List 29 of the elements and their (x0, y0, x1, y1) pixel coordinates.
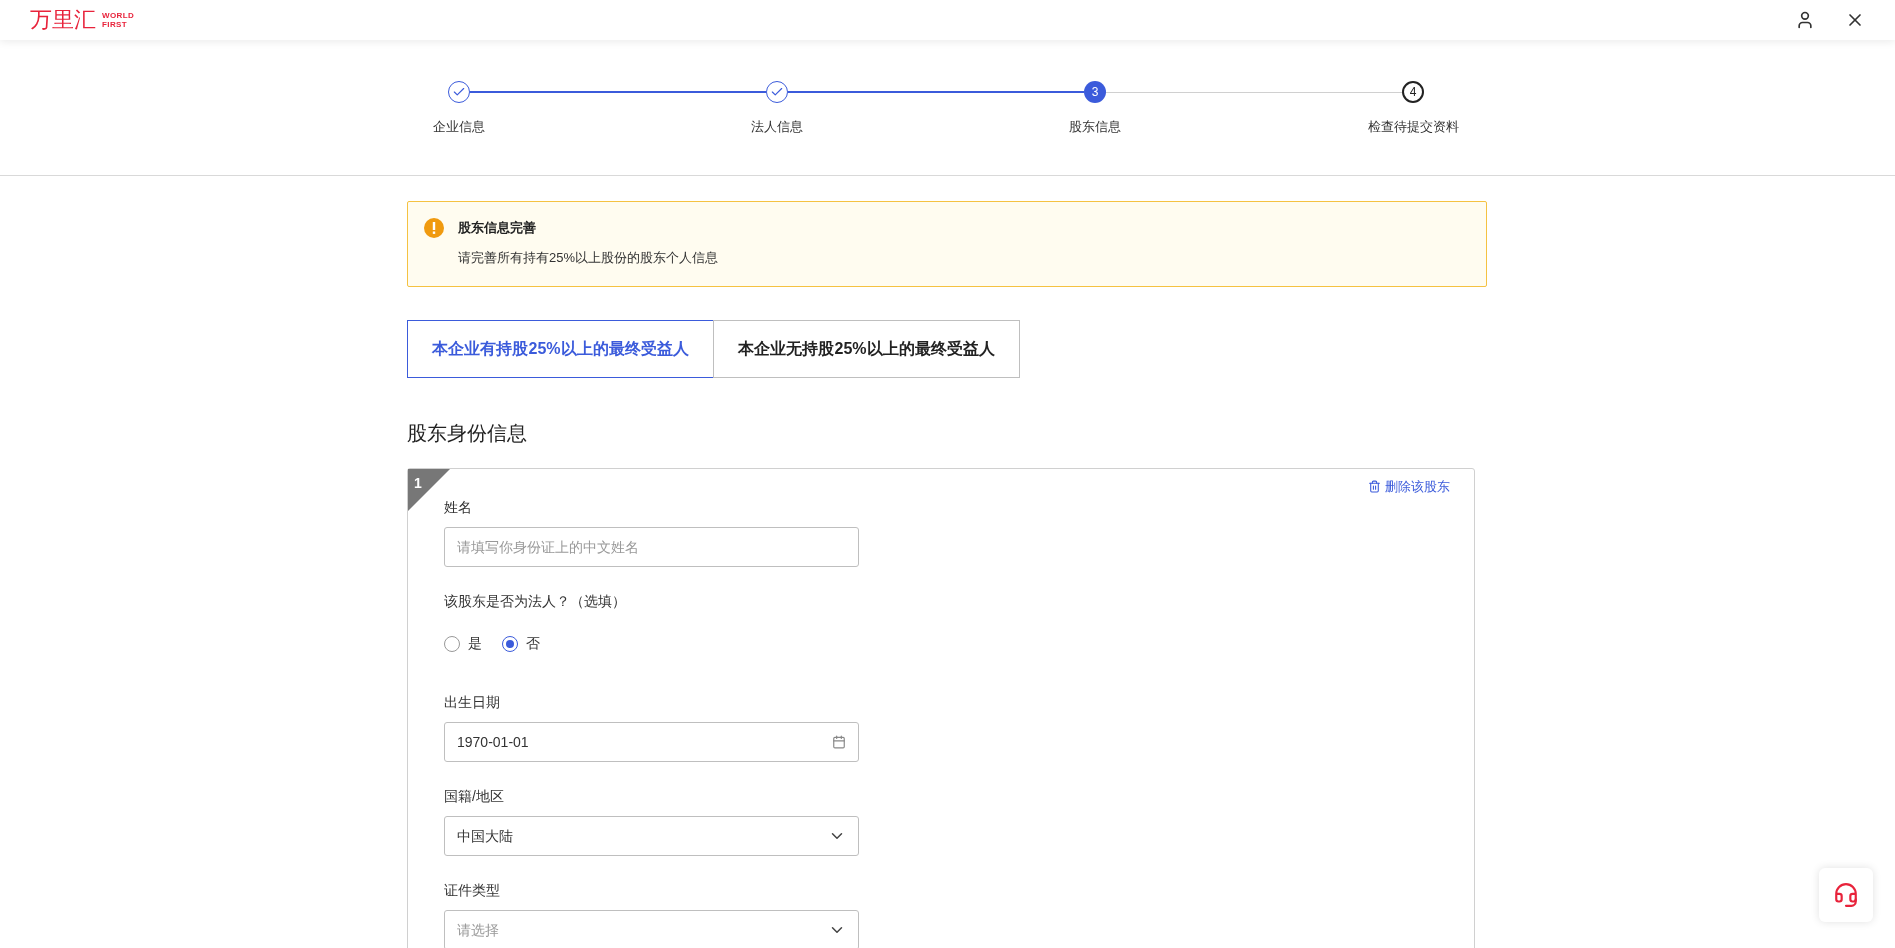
step-label: 企业信息 (433, 118, 485, 136)
shareholder-index: 1 (414, 474, 422, 493)
step-label: 法人信息 (751, 118, 803, 136)
calendar-icon (832, 735, 846, 749)
field-label: 证件类型 (444, 881, 500, 900)
trash-icon (1368, 480, 1381, 494)
step-number: 4 (1402, 81, 1424, 103)
delete-shareholder-link[interactable]: 删除该股东 (1368, 477, 1450, 497)
field-label: 姓名 (444, 498, 472, 517)
field-label: 国籍/地区 (444, 787, 504, 806)
user-icon[interactable] (1795, 10, 1815, 30)
alert-title: 股东信息完善 (458, 219, 537, 237)
section-title: 股东身份信息 (407, 421, 528, 446)
step-label: 股东信息 (1069, 118, 1121, 136)
customer-service-button[interactable] (1819, 868, 1873, 922)
select-field[interactable]: 中国大陆 (444, 816, 859, 856)
field-label: 该股东是否为法人？（选填） (444, 592, 626, 611)
date-field[interactable]: 1970-01-01 (444, 722, 859, 762)
radio-label: 是 (468, 634, 482, 653)
step-label: 检查待提交资料 (1367, 118, 1459, 136)
headset-icon (1833, 882, 1859, 908)
alert-message: 请完善所有持有25%以上股份的股东个人信息 (458, 248, 719, 267)
step-number: 3 (1084, 81, 1106, 103)
warning-icon (424, 218, 444, 238)
radio-label: 否 (526, 634, 540, 653)
name-input-field[interactable]: 请填写你身份证上的中文姓名 (444, 527, 859, 567)
field-label: 出生日期 (444, 693, 500, 712)
option-tab[interactable]: 本企业有持股25%以上的最终受益人 (407, 320, 714, 378)
option-tab[interactable]: 本企业无持股25%以上的最终受益人 (713, 320, 1020, 378)
